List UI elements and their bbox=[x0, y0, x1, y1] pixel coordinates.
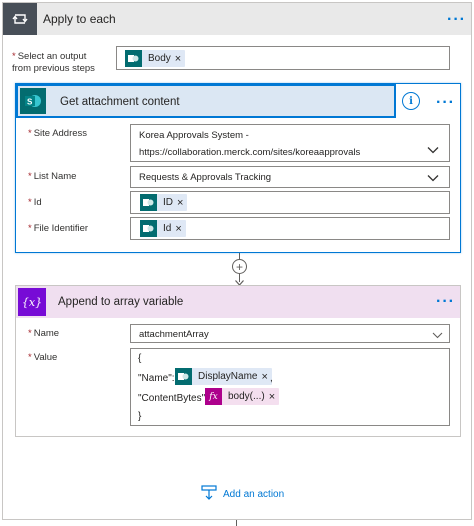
variable-name-label: * Name bbox=[28, 328, 60, 339]
chevron-down-icon[interactable] bbox=[427, 173, 439, 185]
site-address-line-1: Korea Approvals System - bbox=[139, 130, 249, 141]
get-attachment-content-title: Get attachment content bbox=[60, 96, 180, 108]
append-to-array-variable-header[interactable]: {x} Append to array variable ··· bbox=[16, 286, 460, 318]
apply-to-each-more-button[interactable]: ··· bbox=[447, 12, 466, 28]
append-to-array-variable-title: Append to array variable bbox=[58, 296, 184, 308]
apply-to-each-title: Apply to each bbox=[43, 12, 116, 26]
remove-id-token-button[interactable]: × bbox=[177, 197, 187, 209]
id-field[interactable]: ID × bbox=[130, 191, 450, 214]
get-attachment-more-button[interactable]: ··· bbox=[436, 95, 455, 111]
variable-name-dropdown[interactable]: attachmentArray bbox=[130, 324, 450, 343]
variable-icon: {x} bbox=[18, 288, 46, 316]
svg-text:S: S bbox=[27, 98, 33, 107]
site-address-label: * Site Address bbox=[28, 128, 88, 139]
body-expression-token: fx body(...) × bbox=[205, 388, 280, 405]
select-output-label: * Select an output from previous steps bbox=[12, 51, 95, 74]
list-name-value: Requests & Approvals Tracking bbox=[139, 172, 272, 183]
sharepoint-icon bbox=[140, 194, 157, 211]
site-address-line-2: https://collaboration.merck.com/sites/ko… bbox=[139, 147, 361, 158]
value-name-key: "Name": bbox=[138, 373, 175, 384]
insert-step-plus-icon[interactable]: + bbox=[232, 259, 247, 274]
file-identifier-token: Id × bbox=[140, 220, 186, 237]
loop-icon bbox=[3, 3, 37, 35]
variable-name-value: attachmentArray bbox=[139, 329, 209, 340]
sharepoint-icon bbox=[175, 368, 192, 385]
body-token: Body × bbox=[125, 50, 186, 67]
list-name-dropdown[interactable]: Requests & Approvals Tracking bbox=[130, 166, 450, 188]
remove-file-identifier-token-button[interactable]: × bbox=[175, 223, 185, 235]
value-open-brace: { bbox=[138, 353, 142, 364]
append-to-array-variable-card: {x} Append to array variable ··· * Name a… bbox=[15, 285, 461, 437]
file-identifier-field[interactable]: Id × bbox=[130, 217, 450, 240]
value-close-brace: } bbox=[138, 411, 142, 422]
apply-to-each-container: Apply to each ··· * Select an output from… bbox=[2, 2, 472, 520]
remove-body-expression-token-button[interactable]: × bbox=[269, 391, 279, 403]
value-label: * Value bbox=[28, 352, 58, 363]
expression-icon: fx bbox=[205, 388, 222, 405]
info-icon[interactable]: i bbox=[402, 92, 420, 110]
apply-to-each-header[interactable]: Apply to each ··· bbox=[3, 3, 471, 35]
value-content-key: "ContentBytes": bbox=[138, 393, 208, 404]
value-name-comma: , bbox=[270, 373, 273, 384]
file-identifier-label: * File Identifier bbox=[28, 223, 89, 234]
add-action-icon bbox=[201, 485, 217, 504]
sharepoint-icon bbox=[125, 50, 142, 67]
sharepoint-icon bbox=[140, 220, 157, 237]
sharepoint-icon: S bbox=[20, 88, 46, 114]
site-address-dropdown[interactable]: Korea Approvals System - https://collabo… bbox=[130, 124, 450, 162]
select-output-field[interactable]: Body × bbox=[116, 46, 450, 70]
append-variable-more-button[interactable]: ··· bbox=[436, 294, 455, 310]
add-an-action-label: Add an action bbox=[223, 489, 285, 500]
add-an-action-button[interactable]: Add an action bbox=[201, 485, 284, 504]
id-label: * Id bbox=[28, 197, 42, 208]
chevron-down-icon[interactable] bbox=[432, 330, 443, 342]
get-attachment-content-card: S Get attachment content i ··· * Site Add… bbox=[15, 83, 461, 253]
get-attachment-content-header[interactable]: S Get attachment content bbox=[16, 84, 396, 118]
bottom-connector-line bbox=[236, 520, 237, 526]
chevron-down-icon[interactable] bbox=[427, 145, 439, 157]
list-name-label: * List Name bbox=[28, 171, 77, 182]
value-editor[interactable]: { "Name": DisplayName × , "ContentBytes"… bbox=[130, 348, 450, 426]
displayname-token: DisplayName × bbox=[175, 368, 272, 385]
id-token: ID × bbox=[140, 194, 188, 211]
remove-body-token-button[interactable]: × bbox=[175, 53, 185, 65]
